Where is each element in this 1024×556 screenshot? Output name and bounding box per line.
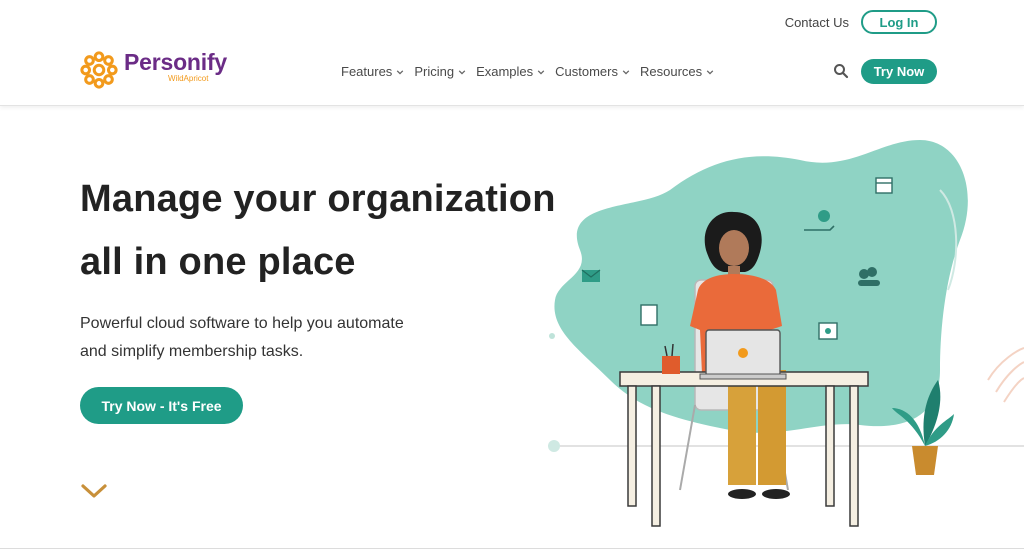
sun-logo-icon <box>80 51 118 89</box>
calendar-icon <box>875 177 893 194</box>
main-nav: Features Pricing Examples Customers Reso… <box>341 64 714 79</box>
chevron-down-icon <box>537 69 545 75</box>
nav-item-examples[interactable]: Examples <box>476 64 545 79</box>
nav-item-label: Pricing <box>414 64 455 79</box>
logo-wordmark: Personify <box>124 49 228 75</box>
utility-nav: Contact Us Log In <box>785 10 937 34</box>
section-divider <box>0 548 1024 549</box>
login-button[interactable]: Log In <box>861 10 937 34</box>
personify-logo[interactable]: Personify WildApricot <box>80 51 227 89</box>
mail-icon <box>581 269 601 282</box>
nav-item-customers[interactable]: Customers <box>555 64 630 79</box>
search-icon[interactable] <box>833 63 849 79</box>
chevron-down-icon <box>458 69 466 75</box>
try-now-free-button[interactable]: Try Now - It's Free <box>80 387 243 424</box>
nav-item-label: Customers <box>555 64 618 79</box>
page: Contact Us Log In Personify WildApricot … <box>0 0 1024 556</box>
hero-illustration <box>548 140 1024 527</box>
hero-subtitle: Powerful cloud software to help you auto… <box>80 310 480 366</box>
hero-subtitle-line: Powerful cloud software to help you auto… <box>80 315 404 332</box>
chevron-down-icon[interactable] <box>81 483 107 499</box>
chevron-down-icon <box>622 69 630 75</box>
nav-item-features[interactable]: Features <box>341 64 404 79</box>
logo-subbrand: WildApricot <box>168 74 209 83</box>
nav-item-resources[interactable]: Resources <box>640 64 714 79</box>
try-now-button[interactable]: Try Now <box>861 59 937 84</box>
nav-item-label: Features <box>341 64 393 79</box>
hero-subtitle-line: and simplify membership tasks. <box>80 343 304 360</box>
nav-item-label: Resources <box>640 64 703 79</box>
nav-item-pricing[interactable]: Pricing <box>414 64 466 79</box>
chevron-down-icon <box>397 69 404 75</box>
contact-us-link[interactable]: Contact Us <box>785 15 849 30</box>
chevron-down-icon <box>706 69 714 75</box>
nav-item-label: Examples <box>476 64 534 79</box>
invoice-icon <box>640 304 658 326</box>
site-header: Contact Us Log In Personify WildApricot … <box>0 0 1024 106</box>
settings-icon <box>818 322 838 340</box>
